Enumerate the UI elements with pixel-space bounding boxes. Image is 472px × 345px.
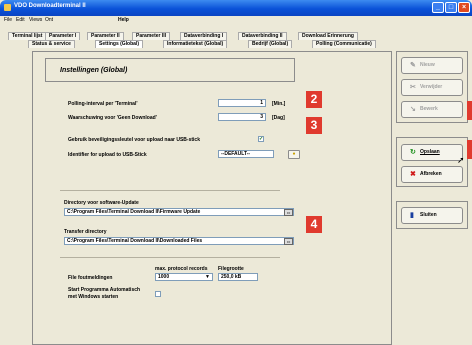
usb-key-label: Gebruik beveiligingssleutel voor upload … bbox=[68, 137, 200, 143]
callout-badge-3: 3 bbox=[306, 117, 322, 134]
edit-icon: ↘ bbox=[410, 106, 416, 113]
app-icon bbox=[4, 4, 11, 11]
lightbulb-icon[interactable]: ● bbox=[288, 150, 300, 159]
callout-marker-bewerk bbox=[467, 101, 472, 120]
tab-parameter-2[interactable]: Parameter II bbox=[87, 32, 124, 40]
verwijder-button[interactable]: ✂ Verwijder bbox=[401, 79, 463, 96]
afbreken-button[interactable]: ✖ Afbreken bbox=[401, 166, 463, 183]
warning-days-input[interactable]: 3 bbox=[218, 113, 266, 121]
section-divider-2 bbox=[60, 257, 280, 258]
tab-parameter-1[interactable]: Parameter I bbox=[45, 32, 81, 40]
chevron-down-icon[interactable]: ▼ bbox=[205, 274, 210, 280]
autostart-label-line1: Start Programma Automatisch bbox=[68, 287, 141, 293]
menu-edit[interactable]: Edit bbox=[16, 17, 25, 23]
mouse-cursor-icon: ➚ bbox=[457, 155, 465, 165]
section-divider bbox=[60, 190, 280, 191]
tab-dataverbinding-2[interactable]: Dataverbinding II bbox=[238, 32, 287, 40]
polling-unit: [Min.] bbox=[272, 101, 286, 107]
new-icon: ✎ bbox=[410, 62, 416, 69]
title-bar: VDO Downloadterminal II _ □ × bbox=[0, 0, 472, 16]
transfer-path-input[interactable]: C:\Program Files\Terminal Download II\Do… bbox=[64, 237, 294, 245]
window-title: VDO Downloadterminal II bbox=[14, 3, 86, 9]
close-button[interactable]: × bbox=[458, 2, 470, 13]
tab-terminal-lijst[interactable]: Terminal lijst bbox=[8, 32, 47, 40]
minimize-button[interactable]: _ bbox=[432, 2, 444, 13]
autostart-checkbox[interactable] bbox=[155, 291, 161, 297]
polling-interval-input[interactable]: 1 bbox=[218, 99, 266, 107]
callout-badge-4: 4 bbox=[306, 216, 322, 233]
usb-id-label: Identifier for upload to USB-Stick bbox=[68, 152, 147, 158]
tab-polling[interactable]: Polling (Communicatie) bbox=[312, 40, 376, 48]
software-update-label: Directory voor software-Update bbox=[64, 200, 139, 206]
delete-icon: ✂ bbox=[410, 84, 416, 91]
exit-icon: ▮ bbox=[410, 212, 414, 219]
opslaan-button[interactable]: ↻ Opslaan bbox=[401, 144, 463, 161]
nieuw-button[interactable]: ✎ Nieuw bbox=[401, 57, 463, 74]
browse-software-update-icon[interactable]: ▭ bbox=[284, 209, 293, 216]
tab-dataverbinding-1[interactable]: Dataverbinding I bbox=[180, 32, 228, 40]
refresh-icon: ↻ bbox=[410, 149, 416, 156]
callout-marker-opslaan bbox=[467, 140, 472, 159]
close-icon: ✖ bbox=[410, 171, 416, 178]
menu-ont[interactable]: Ont bbox=[45, 17, 53, 23]
tab-bedrijf[interactable]: Bedrijf (Global) bbox=[248, 40, 293, 48]
tab-settings-global[interactable]: Settings (Global) bbox=[95, 40, 143, 48]
transfer-label: Transfer directory bbox=[64, 229, 107, 235]
warning-unit: [Dag] bbox=[272, 115, 285, 121]
warning-label: Waarschuwing voor 'Geen Download' bbox=[68, 115, 157, 121]
polling-label: Polling-interval per 'Terminal' bbox=[68, 101, 138, 107]
filesize-input[interactable]: 250,0 kB bbox=[218, 273, 258, 281]
tab-informatietekst[interactable]: Informatietekst (Global) bbox=[163, 40, 228, 48]
menu-file[interactable]: File bbox=[4, 17, 12, 23]
bewerk-button[interactable]: ↘ Bewerk bbox=[401, 101, 463, 118]
usb-key-checkbox[interactable]: ✓ bbox=[258, 136, 264, 142]
usb-id-input[interactable]: --DEFAULT-- bbox=[218, 150, 274, 158]
tab-download-erinnerung[interactable]: Download Erinnerung bbox=[298, 32, 358, 40]
callout-badge-2: 2 bbox=[306, 91, 322, 108]
file-errors-label: File foutmeldingen bbox=[68, 275, 113, 281]
menu-help[interactable]: Help bbox=[118, 17, 129, 23]
maximize-button[interactable]: □ bbox=[445, 2, 457, 13]
section-title: Instellingen (Global) bbox=[60, 67, 128, 74]
browse-transfer-icon[interactable]: ▭ bbox=[284, 238, 293, 245]
menu-views[interactable]: Views bbox=[29, 17, 42, 23]
tab-strip: Terminal lijst Parameter I Parameter II … bbox=[0, 24, 392, 51]
filesize-header: Filegrootte bbox=[218, 266, 244, 272]
software-update-path-input[interactable]: C:\Program Files\Terminal Download II\Fi… bbox=[64, 208, 294, 216]
settings-panel bbox=[32, 51, 392, 345]
autostart-label-line2: met Windows starten bbox=[68, 294, 119, 300]
tab-status-service[interactable]: Status & service bbox=[28, 40, 75, 48]
sluiten-button[interactable]: ▮ Sluiten bbox=[401, 207, 463, 224]
menu-bar: File Edit Views Ont Help bbox=[0, 16, 472, 24]
max-records-header: max. protocol records bbox=[155, 266, 208, 272]
tab-parameter-3[interactable]: Parameter III bbox=[132, 32, 171, 40]
